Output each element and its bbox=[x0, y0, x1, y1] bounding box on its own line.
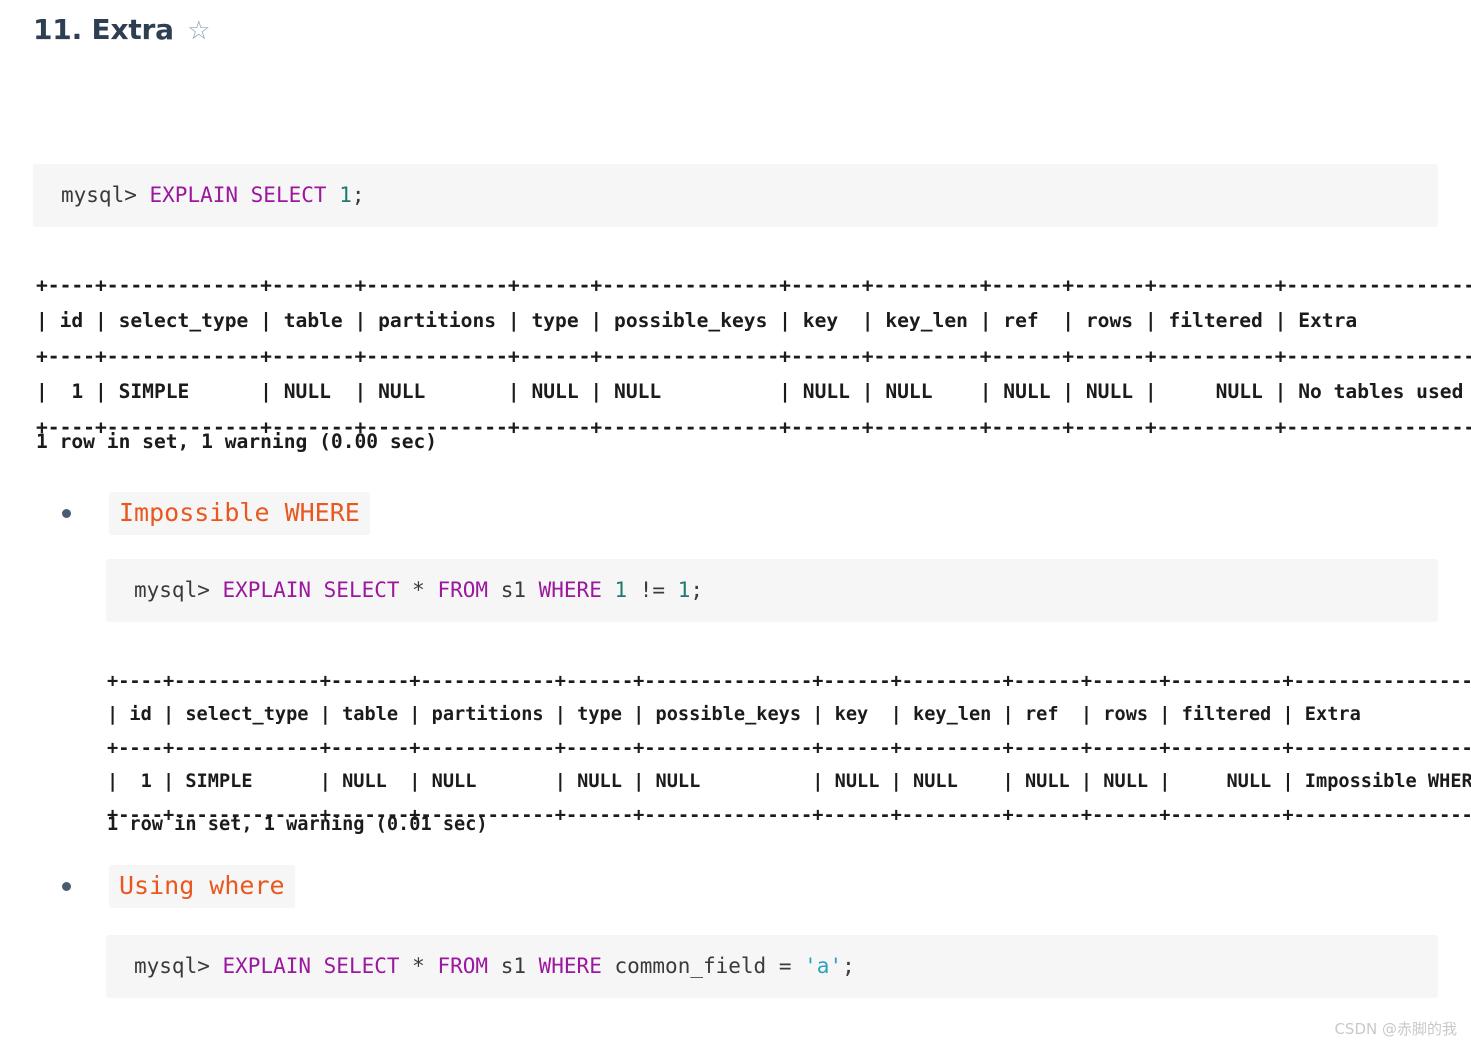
sql-semicolon: ; bbox=[690, 578, 704, 603]
sql-table-name: s1 bbox=[488, 578, 539, 603]
sql-column-name: common_field bbox=[601, 954, 779, 979]
sql-number-right: 1 bbox=[677, 578, 691, 603]
sql-operator: != bbox=[627, 578, 678, 603]
bullet-dot-icon bbox=[62, 509, 71, 518]
sql-star: * bbox=[399, 954, 438, 979]
sql-star: * bbox=[399, 578, 438, 603]
article-page: 11. Extra ☆ mysql> EXPLAIN SELECT 1; +--… bbox=[0, 0, 1471, 1049]
list-item: Impossible WHERE bbox=[62, 492, 370, 535]
inline-code-using-where: Using where bbox=[109, 865, 295, 908]
code-line: mysql> EXPLAIN SELECT 1; bbox=[33, 180, 365, 210]
sql-keyword: EXPLAIN SELECT bbox=[149, 183, 327, 208]
result-status-1: 1 row in set, 1 warning (0.00 sec) bbox=[36, 430, 438, 453]
page-title-text: 11. Extra bbox=[33, 13, 174, 46]
code-block-explain-select-1[interactable]: mysql> EXPLAIN SELECT 1; bbox=[33, 164, 1438, 227]
mysql-prompt: mysql> bbox=[134, 954, 223, 979]
sql-table-name: s1 bbox=[488, 954, 539, 979]
sql-semicolon: ; bbox=[842, 954, 855, 979]
bullet-dot-icon bbox=[62, 882, 71, 891]
list-item: Using where bbox=[62, 865, 295, 908]
mysql-prompt: mysql> bbox=[134, 578, 223, 603]
result-table-2: +----+-------------+-------+------------… bbox=[107, 670, 1471, 826]
sql-number-left: 1 bbox=[601, 578, 628, 603]
sql-keyword-where: WHERE bbox=[538, 954, 602, 979]
sql-keyword-from: FROM bbox=[437, 578, 489, 603]
sql-keyword-where: WHERE bbox=[538, 578, 602, 603]
code-line: mysql> EXPLAIN SELECT * FROM s1 WHERE co… bbox=[106, 951, 855, 981]
sql-operator: = bbox=[778, 954, 805, 979]
star-icon: ☆ bbox=[187, 15, 211, 45]
page-title: 11. Extra ☆ bbox=[33, 16, 212, 44]
result-status-2: 1 row in set, 1 warning (0.01 sec) bbox=[107, 814, 488, 835]
sql-keyword: EXPLAIN SELECT bbox=[222, 954, 400, 979]
sql-semicolon: ; bbox=[351, 183, 365, 208]
code-block-explain-impossible-where[interactable]: mysql> EXPLAIN SELECT * FROM s1 WHERE 1 … bbox=[106, 559, 1438, 622]
sql-number: 1 bbox=[339, 183, 352, 208]
sql-string-literal: 'a' bbox=[804, 954, 843, 979]
inline-code-impossible-where: Impossible WHERE bbox=[109, 492, 370, 535]
watermark: CSDN @赤脚的我 bbox=[1334, 1020, 1457, 1038]
result-table-1: +----+-------------+-------+------------… bbox=[36, 273, 1471, 439]
sql-keyword-from: FROM bbox=[437, 954, 489, 979]
code-line: mysql> EXPLAIN SELECT * FROM s1 WHERE 1 … bbox=[106, 575, 703, 605]
code-block-explain-using-where[interactable]: mysql> EXPLAIN SELECT * FROM s1 WHERE co… bbox=[106, 935, 1438, 998]
sql-keyword: EXPLAIN SELECT bbox=[222, 578, 400, 603]
mysql-prompt: mysql> bbox=[61, 183, 150, 208]
